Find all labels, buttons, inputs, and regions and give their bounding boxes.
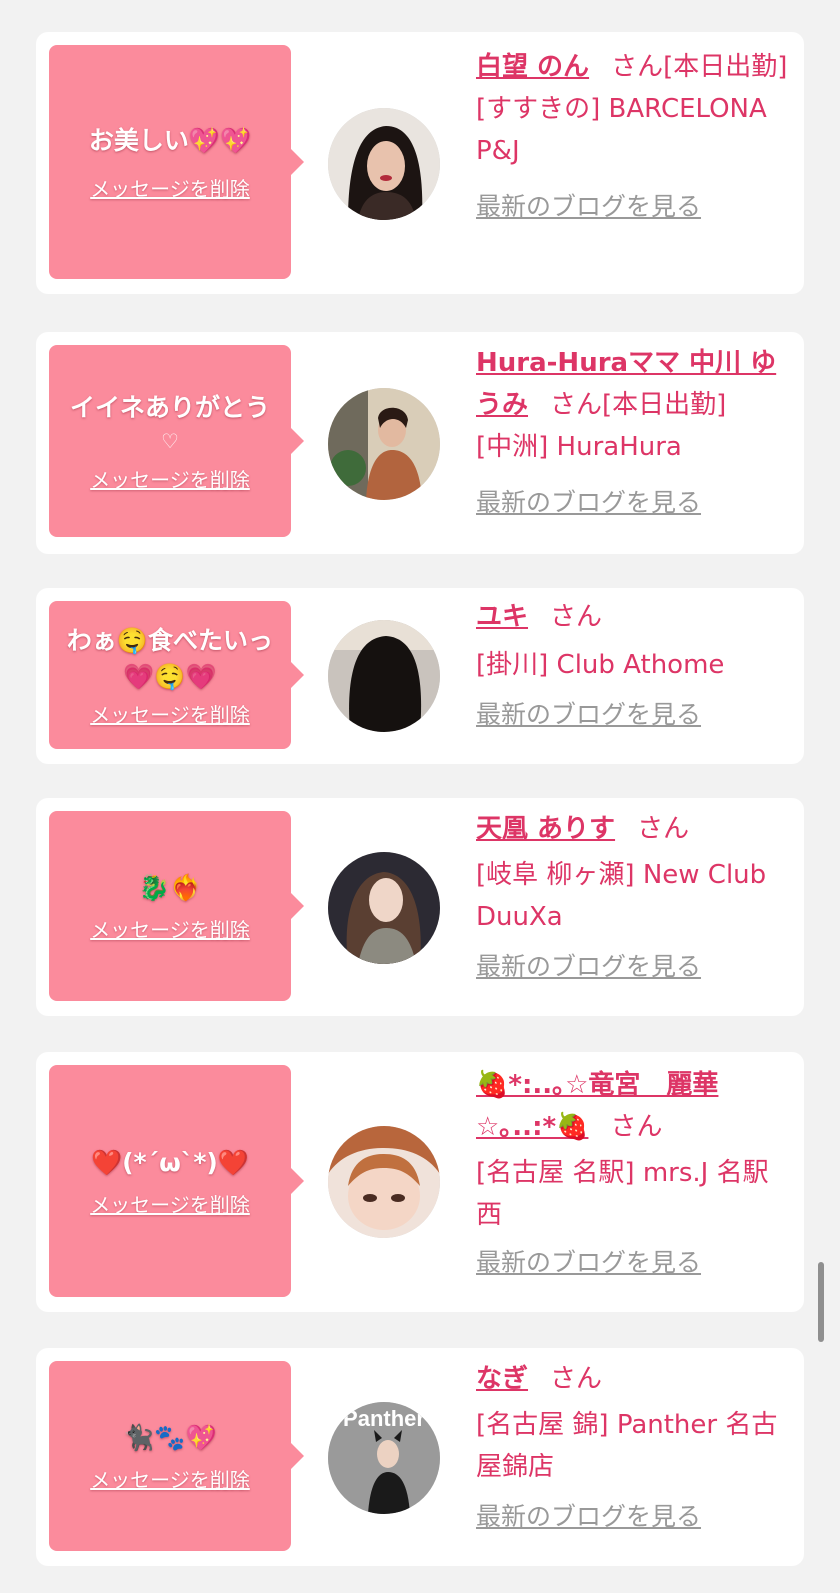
avatar-photo: Panther — [328, 1402, 440, 1514]
shop-name: [掛川] Club Athome — [476, 650, 725, 680]
avatar-photo — [328, 620, 440, 732]
message-card: 🐉❤️‍🔥 メッセージを削除 天凰 ありす さん [岐阜 柳ヶ瀬] New Clu… — [36, 798, 804, 1016]
avatar[interactable] — [328, 852, 440, 964]
message-text: お美しい💖💖 — [88, 125, 252, 155]
view-latest-blog-link[interactable]: 最新のブログを見る — [476, 482, 792, 524]
delete-message-button[interactable]: メッセージを削除 — [90, 173, 250, 202]
message-bubble: わぁ🤤食べたいっ💗🤤💗 メッセージを削除 — [49, 601, 304, 749]
member-name-link[interactable]: なぎ — [476, 1364, 528, 1394]
member-info: 🍓*:..｡☆竜宮 麗華☆｡..:*🍓 さん [名古屋 名駅] mrs.J 名駅西… — [476, 1064, 792, 1284]
status-badge: [本日出勤] — [663, 52, 788, 82]
view-latest-blog-link[interactable]: 最新のブログを見る — [476, 946, 792, 988]
shop-name: [名古屋 錦] Panther 名古屋錦店 — [476, 1410, 778, 1482]
shop-name: [すすきの] BARCELONA P&J — [476, 94, 767, 166]
message-bubble: 🐉❤️‍🔥 メッセージを削除 — [49, 811, 304, 1001]
honorific: さん — [611, 52, 664, 82]
message-text: 🐉❤️‍🔥 — [138, 872, 202, 902]
message-card: わぁ🤤食べたいっ💗🤤💗 メッセージを削除 ユキ さん [掛川] Club Atho… — [36, 588, 804, 764]
shop-name: [名古屋 名駅] mrs.J 名駅西 — [476, 1158, 769, 1230]
member-info: なぎ さん [名古屋 錦] Panther 名古屋錦店 最新のブログを見る — [476, 1358, 792, 1538]
honorific: さん — [637, 814, 690, 844]
message-text: イイネありがとう — [69, 392, 270, 422]
member-info: ユキ さん [掛川] Club Athome 最新のブログを見る — [476, 596, 792, 736]
member-name-link[interactable]: 白望 のん — [476, 52, 589, 82]
avatar[interactable] — [328, 388, 440, 500]
liked-messages-list: お美しい💖💖 メッセージを削除 白望 のん さん[本日出勤] [すすきの] BAR… — [0, 0, 840, 1593]
view-latest-blog-link[interactable]: 最新のブログを見る — [476, 1496, 792, 1538]
member-info: 天凰 ありす さん [岐阜 柳ヶ瀬] New Club DuuXa 最新のブログを… — [476, 808, 792, 988]
message-bubble: お美しい💖💖 メッセージを削除 — [49, 45, 304, 279]
view-latest-blog-link[interactable]: 最新のブログを見る — [476, 694, 792, 736]
message-bubble: ❤️(*´ω`*)❤️ メッセージを削除 — [49, 1065, 304, 1297]
message-text: ❤️(*´ω`*)❤️ — [91, 1147, 249, 1177]
delete-message-button[interactable]: メッセージを削除 — [90, 1189, 250, 1218]
message-text: わぁ🤤食べたいっ💗🤤💗 — [66, 625, 274, 691]
member-name-link[interactable]: ユキ — [476, 602, 528, 632]
heart-symbol: ♡ — [161, 428, 179, 453]
honorific: さん — [550, 1364, 603, 1394]
member-name-link[interactable]: 🍓*:..｡☆竜宮 麗華☆｡..:*🍓 — [476, 1070, 718, 1142]
avatar[interactable] — [328, 1126, 440, 1238]
message-bubble: イイネありがとう ♡ メッセージを削除 — [49, 345, 304, 537]
delete-message-button[interactable]: メッセージを削除 — [90, 464, 250, 493]
member-info: 白望 のん さん[本日出勤] [すすきの] BARCELONA P&J 最新のブロ… — [476, 46, 792, 228]
avatar-photo — [328, 388, 440, 500]
avatar-photo — [328, 852, 440, 964]
avatar-photo — [328, 1126, 440, 1238]
message-card: イイネありがとう ♡ メッセージを削除 Hura-Huraママ 中川 ゆうみ さん… — [36, 332, 804, 554]
message-card: ❤️(*´ω`*)❤️ メッセージを削除 🍓*:..｡☆竜宮 麗華☆｡..:*🍓… — [36, 1052, 804, 1312]
avatar[interactable] — [328, 108, 440, 220]
message-text: 🐈‍⬛🐾💖 — [123, 1422, 217, 1452]
message-bubble: 🐈‍⬛🐾💖 メッセージを削除 — [49, 1361, 304, 1551]
honorific: さん — [610, 1112, 663, 1142]
avatar-logo-text: Panther — [343, 1406, 425, 1431]
status-badge: [本日出勤] — [602, 390, 727, 420]
delete-message-button[interactable]: メッセージを削除 — [90, 914, 250, 943]
avatar[interactable] — [328, 620, 440, 732]
member-name-link[interactable]: 天凰 ありす — [476, 814, 615, 844]
shop-name: [中洲] HuraHura — [476, 432, 682, 462]
honorific: さん — [550, 602, 603, 632]
member-info: Hura-Huraママ 中川 ゆうみ さん[本日出勤] [中洲] HuraHura… — [476, 342, 792, 524]
delete-message-button[interactable]: メッセージを削除 — [90, 1464, 250, 1493]
view-latest-blog-link[interactable]: 最新のブログを見る — [476, 186, 792, 228]
message-card: 🐈‍⬛🐾💖 メッセージを削除 Panther なぎ さん [名古屋 錦] Pant… — [36, 1348, 804, 1566]
shop-name: [岐阜 柳ヶ瀬] New Club DuuXa — [476, 860, 767, 932]
avatar-photo — [328, 108, 440, 220]
scrollbar-thumb[interactable] — [818, 1262, 824, 1342]
avatar[interactable]: Panther — [328, 1402, 440, 1514]
message-card: お美しい💖💖 メッセージを削除 白望 のん さん[本日出勤] [すすきの] BAR… — [36, 32, 804, 294]
view-latest-blog-link[interactable]: 最新のブログを見る — [476, 1242, 792, 1284]
honorific: さん — [550, 390, 603, 420]
delete-message-button[interactable]: メッセージを削除 — [90, 699, 250, 728]
